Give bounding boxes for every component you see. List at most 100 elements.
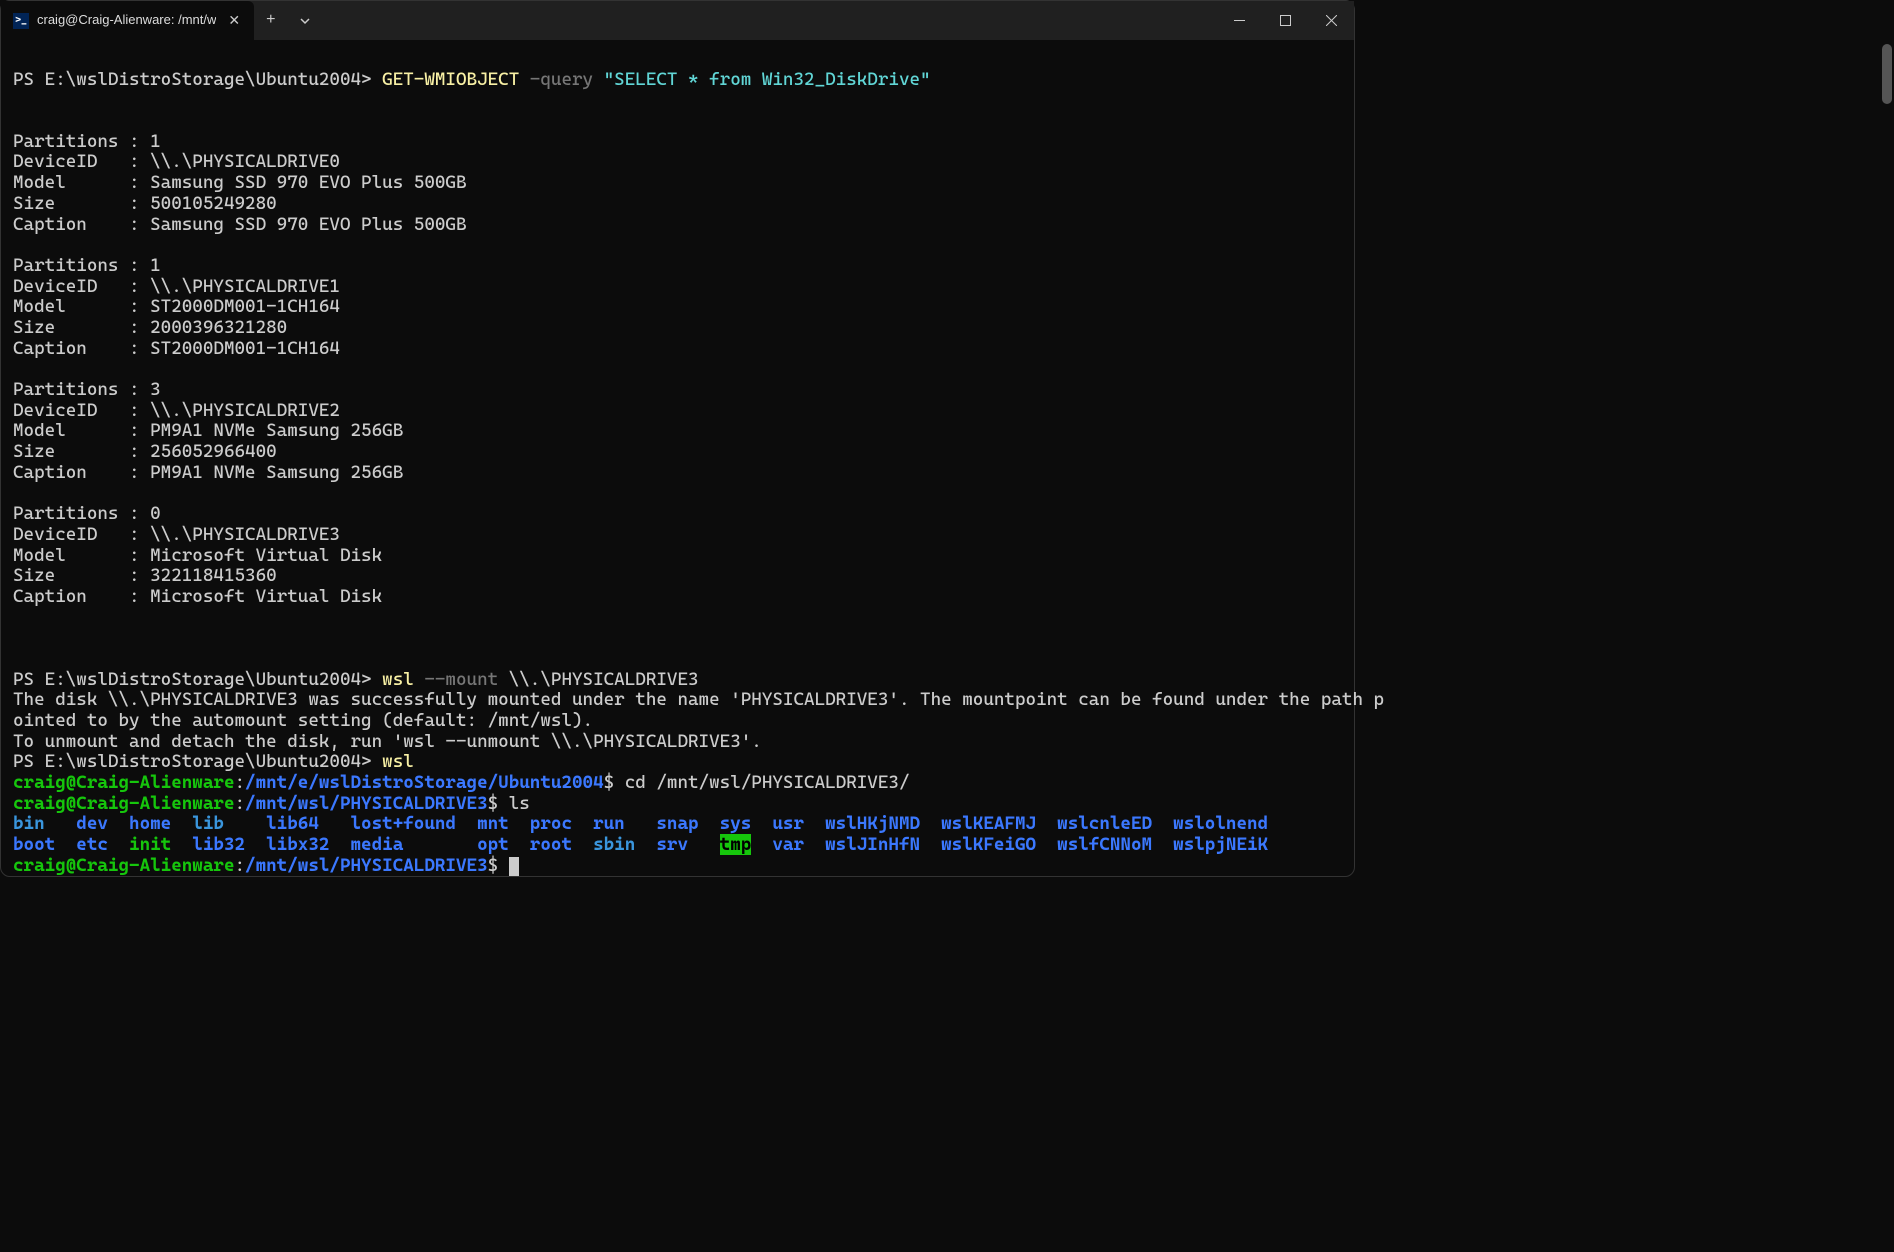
output-line: To unmount and detach the disk, run 'wsl…: [13, 731, 762, 752]
bash-path: /mnt/wsl/PHYSICALDRIVE3: [245, 855, 488, 876]
ls-entry: lib32: [192, 834, 245, 855]
bash-cmd: ls: [509, 793, 530, 814]
field-value: 2000396321280: [150, 317, 287, 338]
cmdlet: wsl: [382, 669, 414, 690]
ls-entry: home: [129, 813, 171, 834]
tab-title: craig@Craig-Alienware: /mnt/w: [37, 13, 216, 28]
cursor: [509, 857, 519, 876]
bash-dollar: $: [604, 772, 615, 793]
maximize-button[interactable]: [1262, 1, 1308, 41]
field-label: Size: [13, 317, 55, 338]
minimize-button[interactable]: [1216, 1, 1262, 41]
ls-entry: sys: [720, 813, 752, 834]
tab-active[interactable]: >_ craig@Craig-Alienware: /mnt/w ✕: [1, 1, 254, 41]
ls-entry: wslfCNNoM: [1057, 834, 1152, 855]
ls-entry: wslolnend: [1173, 813, 1268, 834]
field-value: 1: [150, 255, 161, 276]
ls-entry: wslJInHfN: [825, 834, 920, 855]
ps-prompt: PS E:\wslDistroStorage\Ubuntu2004>: [13, 69, 372, 90]
ls-entry: mnt: [477, 813, 509, 834]
field-value: \\.\PHYSICALDRIVE3: [150, 524, 340, 545]
bash-path: /mnt/e/wslDistroStorage/Ubuntu2004: [245, 772, 604, 793]
field-label: Size: [13, 193, 55, 214]
field-label: Caption: [13, 586, 87, 607]
ls-entry: proc: [530, 813, 572, 834]
cmdlet: GET-WMIOBJECT: [382, 69, 519, 90]
new-tab-button[interactable]: +: [254, 1, 287, 41]
window-controls: [1216, 1, 1354, 41]
field-value: ST2000DM001-1CH164: [150, 296, 340, 317]
ls-entry: lib64: [266, 813, 319, 834]
output-line: ointed to by the automount setting (defa…: [13, 710, 593, 731]
field-value: ST2000DM001-1CH164: [150, 338, 340, 359]
bash-colon: :: [234, 793, 245, 814]
ls-entry: lost+found: [351, 813, 456, 834]
field-value: 500105249280: [150, 193, 277, 214]
field-value: 3: [150, 379, 161, 400]
field-label: Model: [13, 545, 66, 566]
terminal-content[interactable]: PS E:\wslDistroStorage\Ubuntu2004> GET-W…: [1, 41, 1354, 885]
bash-dollar: $: [488, 855, 499, 876]
ls-entry: libx32: [266, 834, 329, 855]
cmd-arg: \\.\PHYSICALDRIVE3: [509, 669, 699, 690]
ls-entry: boot: [13, 834, 55, 855]
field-label: Partitions: [13, 255, 118, 276]
bash-colon: :: [234, 855, 245, 876]
ls-entry: wslKFeiGO: [941, 834, 1036, 855]
cmdlet: wsl: [382, 751, 414, 772]
ls-entry: wslcnleED: [1057, 813, 1152, 834]
field-value: Samsung SSD 970 EVO Plus 500GB: [150, 214, 466, 235]
field-label: Caption: [13, 214, 87, 235]
field-value: 322118415360: [150, 565, 277, 586]
field-value: Microsoft Virtual Disk: [150, 586, 382, 607]
ls-entry: tmp: [720, 834, 752, 855]
field-label: Size: [13, 441, 55, 462]
close-button[interactable]: [1308, 1, 1354, 41]
cmd-arg: "SELECT * from Win32_DiskDrive": [604, 69, 931, 90]
field-value: 1: [150, 131, 161, 152]
powershell-icon: >_: [13, 13, 29, 29]
ps-prompt: PS E:\wslDistroStorage\Ubuntu2004>: [13, 669, 372, 690]
ls-entry: var: [772, 834, 804, 855]
field-value: \\.\PHYSICALDRIVE0: [150, 151, 340, 172]
scrollbar-thumb[interactable]: [1882, 44, 1892, 104]
ls-entry: srv: [656, 834, 688, 855]
field-label: Partitions: [13, 503, 118, 524]
titlebar: >_ craig@Craig-Alienware: /mnt/w ✕ +: [1, 1, 1354, 41]
ps-prompt: PS E:\wslDistroStorage\Ubuntu2004>: [13, 751, 372, 772]
ls-entry: opt: [477, 834, 509, 855]
field-label: DeviceID: [13, 400, 97, 421]
bash-colon: :: [234, 772, 245, 793]
field-value: PM9A1 NVMe Samsung 256GB: [150, 420, 403, 441]
ls-entry: init: [129, 834, 171, 855]
bash-dollar: $: [488, 793, 499, 814]
tab-dropdown-icon[interactable]: [287, 1, 323, 41]
ls-entry: wslpjNEiK: [1173, 834, 1268, 855]
ls-entry: wslHKjNMD: [825, 813, 920, 834]
ls-entry: lib: [192, 813, 224, 834]
ls-entry: usr: [772, 813, 804, 834]
field-value: 256052966400: [150, 441, 277, 462]
bash-cmd: cd /mnt/wsl/PHYSICALDRIVE3/: [625, 772, 910, 793]
field-label: DeviceID: [13, 151, 97, 172]
ls-entry: media: [351, 834, 404, 855]
bash-path: /mnt/wsl/PHYSICALDRIVE3: [245, 793, 488, 814]
field-value: 0: [150, 503, 161, 524]
field-value: \\.\PHYSICALDRIVE1: [150, 276, 340, 297]
bash-userhost: craig@Craig-Alienware: [13, 772, 234, 793]
field-value: PM9A1 NVMe Samsung 256GB: [150, 462, 403, 483]
field-value: Samsung SSD 970 EVO Plus 500GB: [150, 172, 466, 193]
tab-close-icon[interactable]: ✕: [224, 10, 244, 30]
field-label: Model: [13, 296, 66, 317]
ls-entry: snap: [656, 813, 698, 834]
ls-entry: dev: [76, 813, 108, 834]
ls-entry: root: [530, 834, 572, 855]
field-label: Model: [13, 420, 66, 441]
cmd-flag: --mount: [424, 669, 498, 690]
field-label: DeviceID: [13, 524, 97, 545]
field-label: Caption: [13, 338, 87, 359]
output-line: The disk \\.\PHYSICALDRIVE3 was successf…: [13, 689, 1384, 710]
field-label: Model: [13, 172, 66, 193]
ls-entry: run: [593, 813, 625, 834]
ls-entry: etc: [76, 834, 108, 855]
